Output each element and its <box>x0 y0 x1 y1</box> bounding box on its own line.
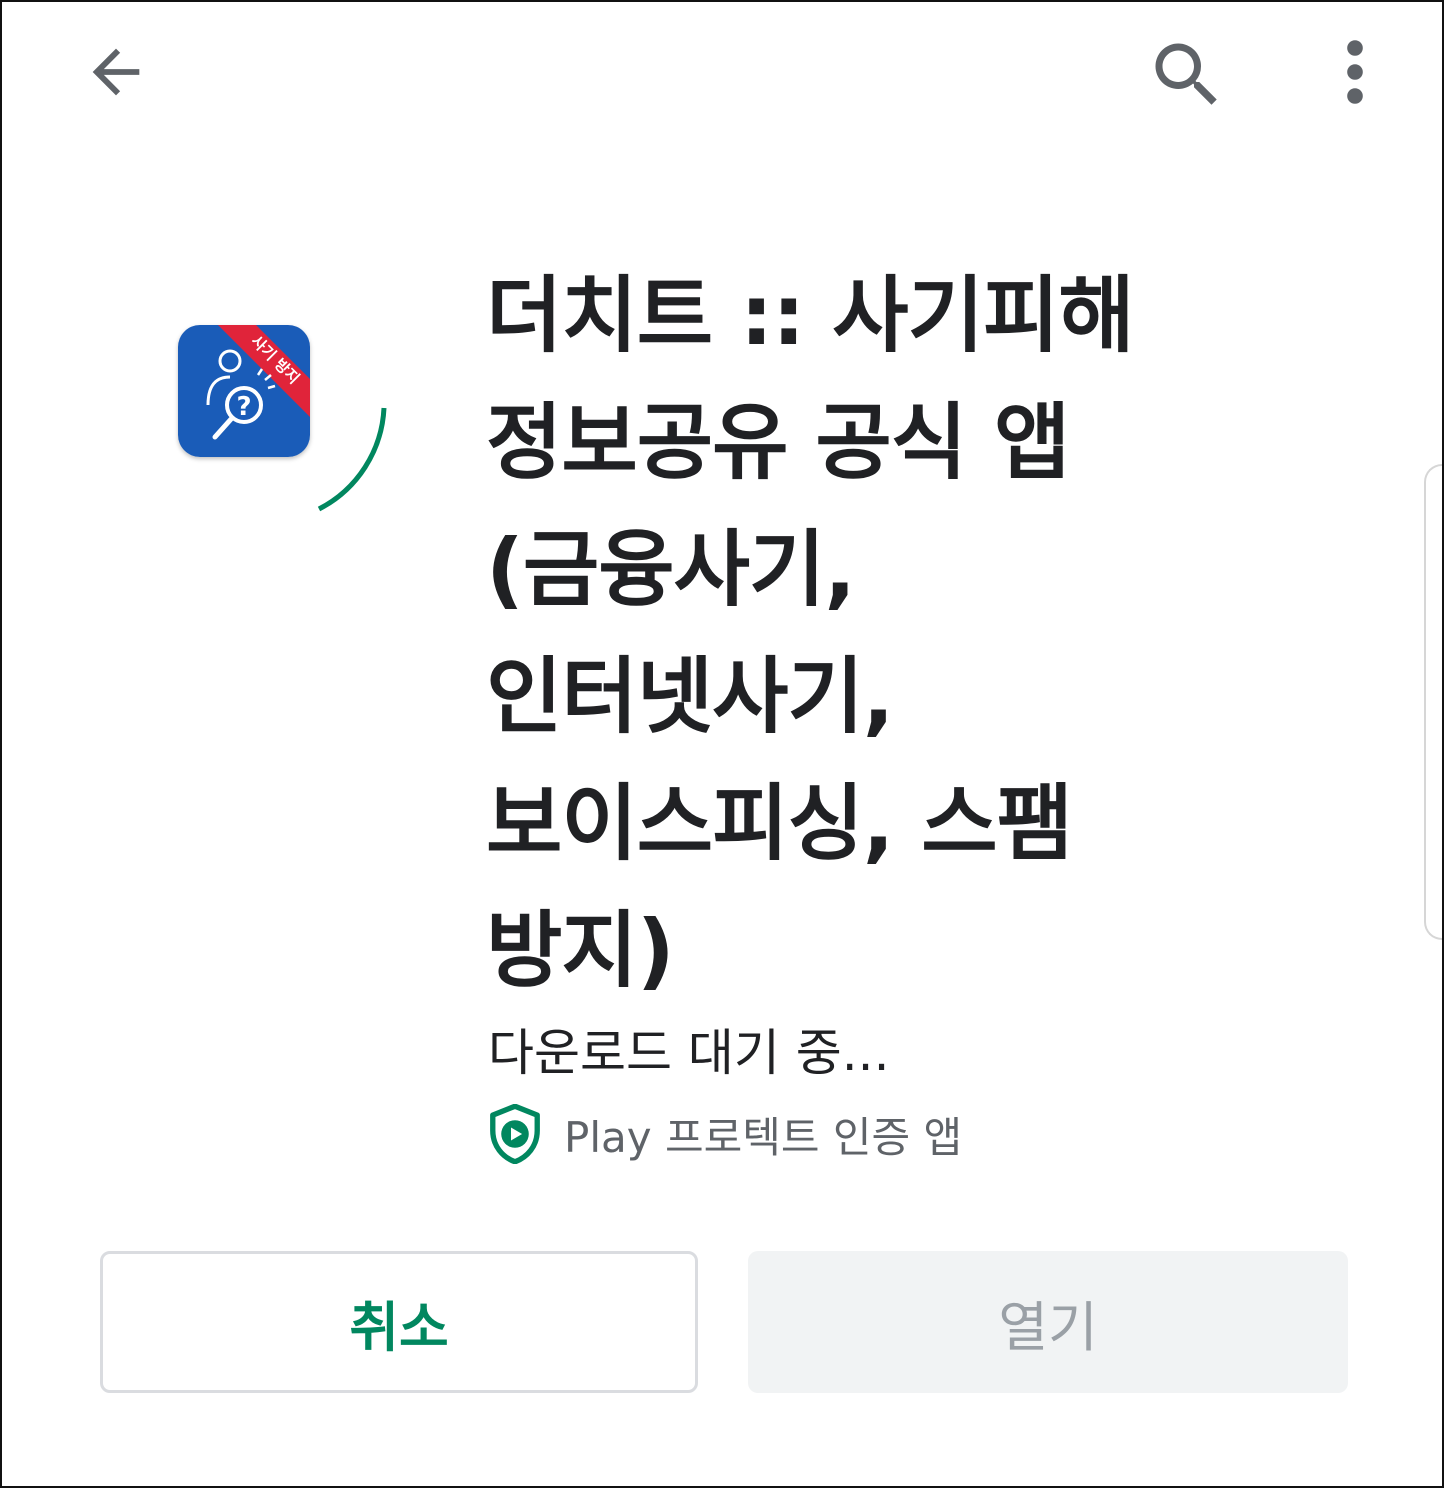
app-title-line: 방지) <box>486 902 675 999</box>
search-icon <box>1155 43 1217 105</box>
more-options-button[interactable] <box>1320 32 1390 112</box>
app-title-line: 정보공유 공식 앱 <box>486 394 1070 491</box>
app-title-line: 인터넷사기, <box>486 648 894 745</box>
app-icon: 사기 방지 ? <box>178 325 310 457</box>
svg-text:?: ? <box>236 392 251 422</box>
arrow-back-icon <box>92 48 140 96</box>
play-protect-label: Play 프로텍트 인증 앱 <box>564 1112 963 1162</box>
edge-panel-handle[interactable] <box>1424 464 1442 940</box>
cancel-button[interactable]: 취소 <box>100 1251 698 1393</box>
app-details-screen: 사기 방지 ? 더치트 :: 사기피해 정보공유 공식 앱 (금융사기, 인터넷… <box>0 0 1444 1488</box>
app-title-line: 보이스피싱, 스팸 <box>486 775 1073 872</box>
more-vert-icon <box>1347 40 1363 104</box>
app-title-line: 더치트 :: 사기피해 <box>486 267 1135 364</box>
download-status: 다운로드 대기 중... <box>488 1024 890 1082</box>
app-title: 더치트 :: 사기피해 정보공유 공식 앱 (금융사기, 인터넷사기, 보이스피… <box>486 252 1226 1014</box>
shield-play-icon <box>490 1104 540 1164</box>
back-button[interactable] <box>76 32 156 112</box>
app-icon-container: 사기 방지 ? <box>152 292 402 522</box>
app-title-line: (금융사기, <box>486 521 856 618</box>
search-button[interactable] <box>1142 30 1232 120</box>
open-button[interactable]: 열기 <box>748 1251 1348 1393</box>
play-protect-badge: Play 프로텍트 인증 앱 <box>488 1100 962 1168</box>
